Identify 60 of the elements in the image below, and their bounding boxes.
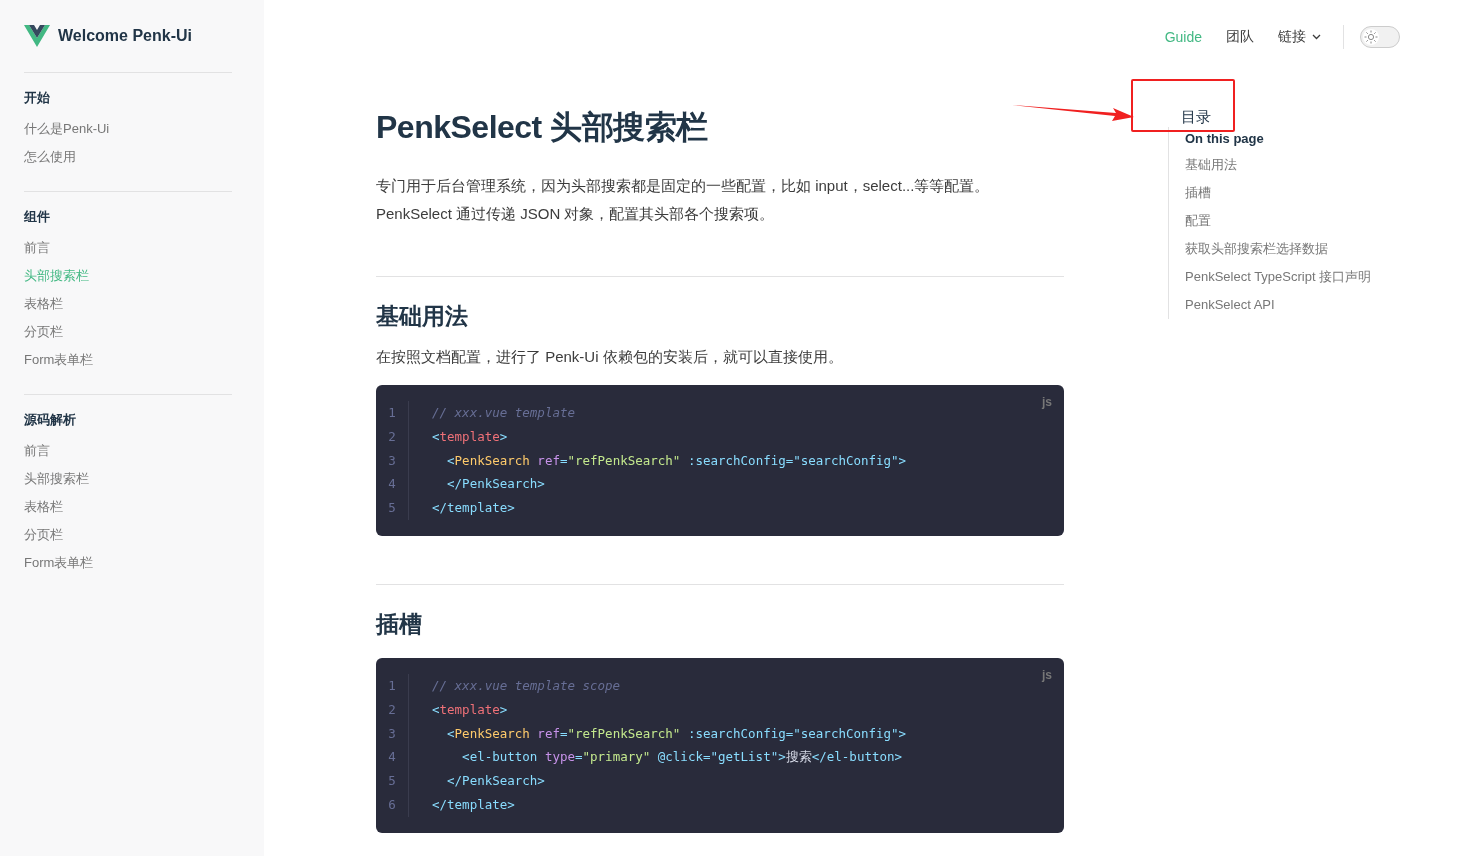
- intro-text: PenkSelect 通过传递 JSON 对象，配置其头部各个搜索项。: [376, 204, 776, 224]
- theme-toggle[interactable]: [1360, 26, 1400, 48]
- sidebar-link[interactable]: 分页栏: [24, 521, 232, 549]
- sidebar-link[interactable]: 什么是Penk-Ui: [24, 115, 232, 143]
- code-line: <PenkSearch ref="refPenkSearch" :searchConfig="searchConfig">: [446, 451, 907, 470]
- toc-title: On this page: [1185, 130, 1265, 148]
- sidebar-link[interactable]: 表格栏: [24, 290, 232, 318]
- site-title[interactable]: Welcome Penk-Ui: [58, 27, 192, 45]
- code-line: </PenkSearch>: [446, 772, 546, 791]
- sidebar-heading: 源码解析: [24, 411, 77, 429]
- nav-link[interactable]: 团队: [1226, 28, 1254, 46]
- nav-link[interactable]: 链接: [1278, 28, 1321, 46]
- sidebar-link[interactable]: Form表单栏: [24, 346, 232, 374]
- toc-link[interactable]: 插槽: [1185, 179, 1372, 207]
- toc-link[interactable]: PenkSelect API: [1185, 291, 1372, 319]
- code-line: </template>: [432, 499, 516, 518]
- code-line: <template>: [432, 427, 509, 446]
- code-line: <template>: [432, 700, 509, 719]
- page-title: PenkSelect 头部搜索栏: [376, 108, 709, 147]
- language-label: js: [1042, 668, 1052, 682]
- line-number: 5: [387, 499, 397, 518]
- code-line: // xxx.vue template: [432, 404, 576, 422]
- line-number: 3: [387, 724, 397, 743]
- line-number: 2: [387, 700, 397, 719]
- sidebar-link[interactable]: Form表单栏: [24, 549, 232, 577]
- toc-link[interactable]: 基础用法: [1185, 151, 1372, 179]
- sidebar-heading: 开始: [24, 89, 51, 107]
- sidebar-link[interactable]: 前言: [24, 234, 232, 262]
- toc-link[interactable]: 配置: [1185, 207, 1372, 235]
- code-line: // xxx.vue template scope: [432, 677, 622, 695]
- toc-link[interactable]: 获取头部搜索栏选择数据: [1185, 235, 1372, 263]
- line-number: 3: [387, 451, 397, 470]
- intro-text: 专门用于后台管理系统，因为头部搜索都是固定的一些配置，比如 input，select...等等配置。: [376, 176, 991, 196]
- nav-link[interactable]: Guide: [1164, 29, 1202, 45]
- line-number: 2: [387, 427, 397, 446]
- section-heading: 插槽: [376, 610, 423, 639]
- sun-icon: [1363, 29, 1379, 45]
- line-number: 6: [387, 795, 397, 814]
- sidebar-link[interactable]: 怎么使用: [24, 143, 232, 171]
- language-label: js: [1042, 395, 1052, 409]
- code-line: <PenkSearch ref="refPenkSearch" :searchConfig="searchConfig">: [446, 724, 907, 743]
- toc-link[interactable]: PenkSelect TypeScript 接口声明: [1185, 263, 1372, 291]
- line-number: 1: [387, 404, 397, 422]
- sidebar-link[interactable]: 头部搜索栏: [24, 262, 232, 290]
- section-heading: 基础用法: [376, 302, 469, 331]
- sidebar-link[interactable]: 前言: [24, 437, 232, 465]
- sidebar-link[interactable]: 表格栏: [24, 493, 232, 521]
- line-number: 4: [387, 748, 397, 767]
- code-line: </template>: [432, 795, 516, 814]
- code-line: <el-button type="primary" @click="getList">搜索</el-button>: [461, 748, 904, 767]
- logo-icon: [24, 25, 50, 47]
- line-number: 5: [387, 772, 397, 791]
- sidebar-heading: 组件: [24, 208, 51, 226]
- sidebar-link[interactable]: 分页栏: [24, 318, 232, 346]
- sidebar-link[interactable]: 头部搜索栏: [24, 465, 232, 493]
- line-number: 1: [387, 677, 397, 695]
- line-number: 4: [387, 475, 397, 494]
- annotation-text: 目录: [1180, 107, 1212, 127]
- section-text: 在按照文档配置，进行了 Penk-Ui 依赖包的安装后，就可以直接使用。: [376, 348, 844, 367]
- code-line: </PenkSearch>: [446, 475, 546, 494]
